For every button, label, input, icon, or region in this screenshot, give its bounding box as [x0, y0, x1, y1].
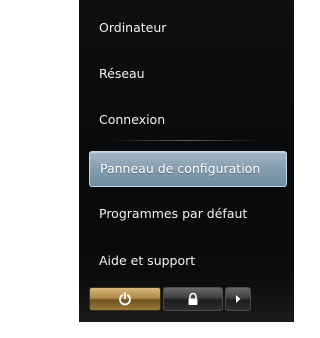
start-menu-right-pane: Ordinateur Réseau Connexion Panneau de c… — [79, 0, 294, 322]
shutdown-controls — [89, 287, 269, 313]
power-icon — [118, 292, 132, 306]
menu-separator — [107, 140, 263, 141]
lock-icon — [186, 292, 200, 306]
triangle-right-icon — [234, 294, 242, 304]
lock-button[interactable] — [163, 287, 223, 311]
shutdown-button[interactable] — [89, 287, 161, 311]
menu-item-ordinateur[interactable]: Ordinateur — [89, 11, 287, 45]
menu-item-connexion[interactable]: Connexion — [89, 103, 287, 137]
menu-item-aide-et-support[interactable]: Aide et support — [89, 244, 287, 278]
menu-item-programmes-par-defaut[interactable]: Programmes par défaut — [89, 197, 287, 231]
menu-item-panneau-de-configuration[interactable]: Panneau de configuration — [89, 151, 287, 187]
menu-item-reseau[interactable]: Réseau — [89, 57, 287, 91]
shutdown-options-button[interactable] — [225, 287, 251, 311]
